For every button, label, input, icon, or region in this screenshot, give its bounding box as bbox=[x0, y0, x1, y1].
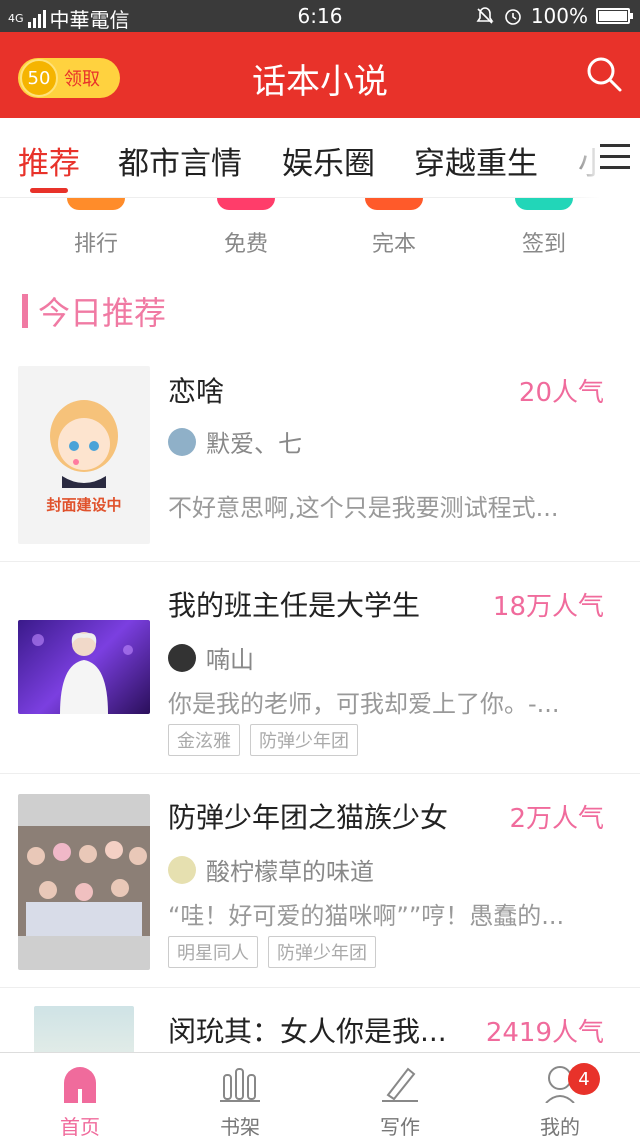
section-title: 今日推荐 bbox=[38, 294, 167, 332]
home-icon bbox=[64, 1067, 96, 1103]
tab-urban-romance[interactable]: 都市言情 bbox=[118, 138, 242, 183]
nav-home[interactable]: 首页 bbox=[0, 1053, 160, 1138]
bookshelf-icon bbox=[220, 1068, 260, 1102]
battery-icon bbox=[596, 8, 633, 24]
status-right: 100% bbox=[475, 4, 633, 28]
quick-label: 签到 bbox=[521, 232, 566, 257]
battery-fill bbox=[599, 11, 627, 21]
book-cover bbox=[34, 1006, 134, 1052]
book-item[interactable]: 闵玧其：女人你是我... 2419人气 bbox=[0, 988, 640, 1052]
active-tab-indicator bbox=[30, 188, 68, 193]
book-author[interactable]: 酸柠檬草的味道 bbox=[168, 852, 374, 887]
nav-label: 书架 bbox=[220, 1115, 260, 1138]
bell-muted-icon bbox=[476, 7, 494, 24]
author-avatar bbox=[168, 643, 196, 672]
cover-photo bbox=[32, 632, 133, 714]
search-icon[interactable] bbox=[584, 54, 624, 94]
quick-label: 免费 bbox=[223, 232, 268, 257]
book-description: 不好意思啊,这个只是我要测试程式... bbox=[168, 494, 559, 522]
book-tags: 明星同人 防弹少年团 bbox=[168, 936, 376, 968]
tab-entertainment[interactable]: 娱乐圈 bbox=[282, 138, 375, 183]
author-name: 酸柠檬草的味道 bbox=[206, 858, 374, 886]
nav-label: 首页 bbox=[60, 1115, 100, 1138]
book-tag[interactable]: 防弹少年团 bbox=[250, 724, 358, 756]
app-title: 话本小说 bbox=[252, 62, 388, 102]
book-title: 闵玧其：女人你是我... bbox=[168, 1015, 447, 1048]
book-title: 我的班主任是大学生 bbox=[168, 589, 421, 622]
book-tag[interactable]: 金泫雅 bbox=[168, 724, 240, 756]
nav-profile[interactable]: 我的 4 bbox=[480, 1053, 640, 1138]
book-title: 恋啥 bbox=[168, 375, 225, 408]
quick-entries: 排行 免费 完本 签到 bbox=[0, 198, 640, 268]
book-cover: 封面建设中 bbox=[18, 366, 150, 544]
cover-photo bbox=[18, 826, 150, 936]
completed-icon bbox=[365, 198, 423, 210]
book-author[interactable]: 默爱、七 bbox=[168, 424, 302, 459]
nav-bookshelf[interactable]: 书架 bbox=[160, 1053, 320, 1138]
battery-percent: 100% bbox=[530, 4, 588, 28]
author-name: 喃山 bbox=[206, 646, 254, 674]
book-popularity: 2419人气 bbox=[485, 1018, 604, 1048]
section-heading: 今日推荐 bbox=[22, 288, 166, 334]
tab-fade bbox=[574, 118, 640, 198]
book-title: 防弹少年团之猫族少女 bbox=[168, 801, 449, 834]
alarm-icon bbox=[505, 9, 521, 25]
book-item[interactable]: 防弹少年团之猫族少女 2万人气 酸柠檬草的味道 “哇！好可爱的猫咪啊””哼！愚蠢… bbox=[0, 774, 640, 988]
quick-checkin[interactable]: 签到 bbox=[494, 198, 594, 258]
book-popularity: 18万人气 bbox=[492, 592, 604, 622]
quick-completed[interactable]: 完本 bbox=[344, 198, 444, 258]
nav-label: 我的 bbox=[540, 1115, 580, 1138]
book-item[interactable]: 封面建设中 恋啥 20人气 默爱、七 不好意思啊,这个只是我要测试程式... bbox=[0, 350, 640, 562]
author-avatar bbox=[168, 855, 196, 884]
free-icon bbox=[217, 198, 275, 210]
notification-badge: 4 bbox=[568, 1063, 600, 1095]
quick-ranking[interactable]: 排行 bbox=[46, 198, 146, 258]
quick-label: 排行 bbox=[73, 232, 118, 257]
cover-placeholder-text: 封面建设中 bbox=[46, 496, 122, 514]
tab-recommend[interactable]: 推荐 bbox=[18, 138, 80, 183]
pencil-icon bbox=[382, 1067, 418, 1102]
author-name: 默爱、七 bbox=[206, 430, 302, 458]
nav-label: 写作 bbox=[380, 1115, 420, 1138]
category-tabs: 推荐 都市言情 娱乐圈 穿越重生 小 bbox=[0, 118, 640, 198]
tab-time-travel[interactable]: 穿越重生 bbox=[414, 138, 538, 183]
book-item[interactable]: 我的班主任是大学生 18万人气 喃山 你是我的老师，可我却爱上了你。-... 金… bbox=[0, 562, 640, 774]
author-avatar bbox=[168, 427, 196, 456]
checkin-icon bbox=[515, 198, 573, 210]
book-author[interactable]: 喃山 bbox=[168, 640, 254, 675]
app-header: 50 领取 话本小说 bbox=[0, 32, 640, 118]
book-popularity: 20人气 bbox=[518, 378, 604, 408]
menu-icon[interactable] bbox=[600, 144, 630, 170]
cover-placeholder-image bbox=[50, 400, 118, 488]
section-marker bbox=[22, 294, 28, 328]
bottom-navigation: 首页 书架 写作 我的 4 bbox=[0, 1052, 640, 1138]
nav-write[interactable]: 写作 bbox=[320, 1053, 480, 1138]
book-cover bbox=[18, 620, 150, 714]
book-cover bbox=[18, 794, 150, 970]
quick-label: 完本 bbox=[371, 232, 416, 257]
book-tag[interactable]: 防弹少年团 bbox=[268, 936, 376, 968]
book-popularity: 2万人气 bbox=[509, 804, 604, 834]
book-tag[interactable]: 明星同人 bbox=[168, 936, 258, 968]
ranking-icon bbox=[67, 198, 125, 210]
book-description: 你是我的老师，可我却爱上了你。-... bbox=[168, 690, 560, 718]
book-description: “哇！好可爱的猫咪啊””哼！愚蠢的... bbox=[168, 902, 565, 930]
quick-free[interactable]: 免费 bbox=[196, 198, 296, 258]
book-tags: 金泫雅 防弹少年团 bbox=[168, 724, 358, 756]
status-bar: 4G 中華電信 6:16 100% bbox=[0, 0, 640, 32]
